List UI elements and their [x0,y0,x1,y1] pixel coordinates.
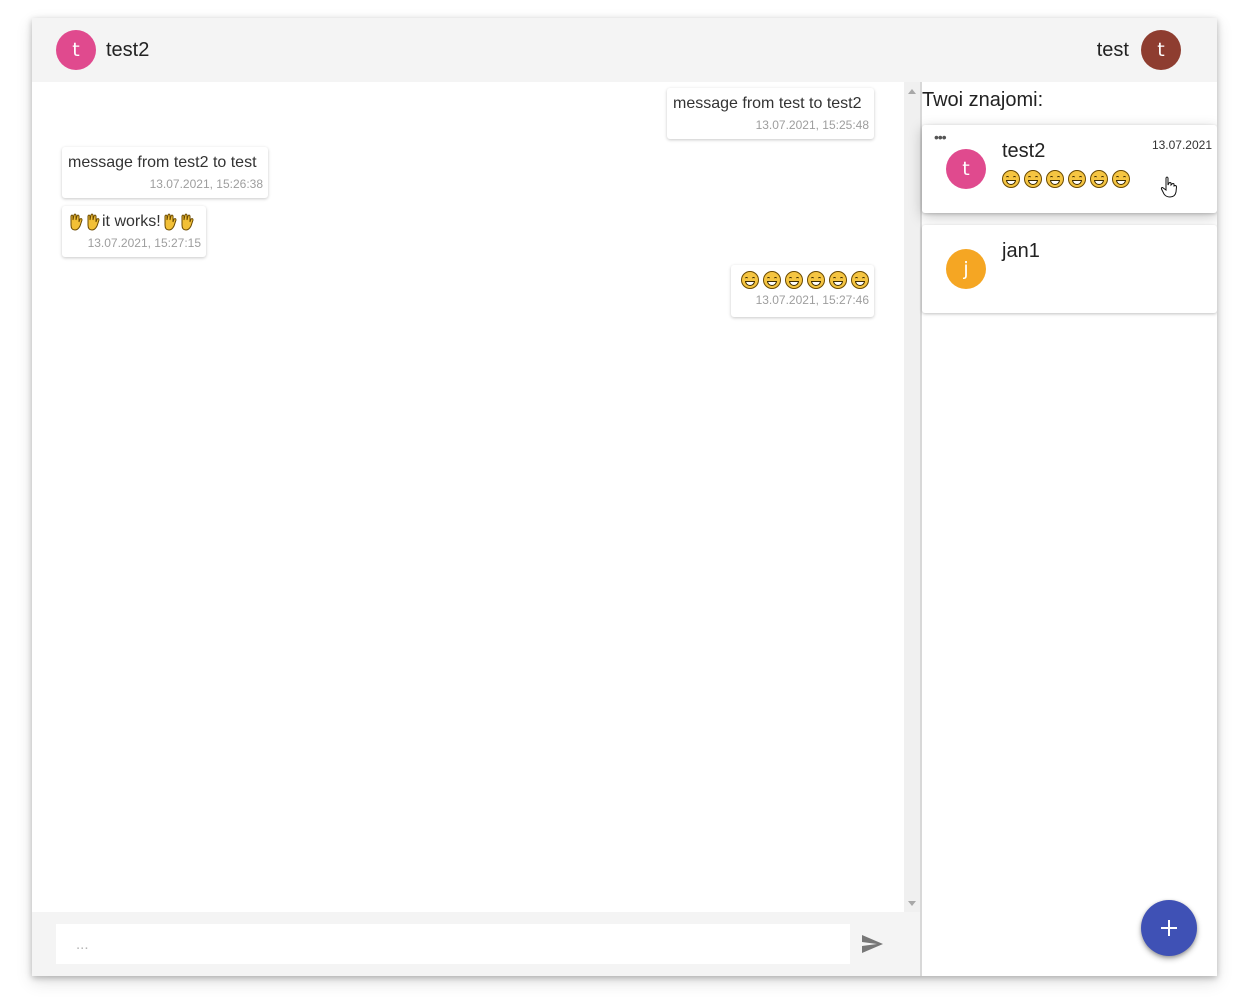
grinning-face-icon [851,271,869,289]
message-text-content: it works! [102,213,161,230]
hand-icon [181,213,194,231]
message-bubble-received: message from test2 to test 13.07.2021, 1… [62,147,268,198]
friend-last-message [1002,170,1130,188]
chat-partner-name: test2 [106,39,150,61]
grinning-face-icon [763,271,781,289]
message-bubble-sent: 13.07.2021, 15:27:46 [731,265,874,317]
chat-app: t test2 test t message from test to test… [32,18,1217,976]
message-list: message from test to test2 13.07.2021, 1… [32,82,904,912]
hand-icon [87,213,100,231]
message-timestamp: 13.07.2021, 15:25:48 [755,118,869,132]
scroll-up-icon[interactable] [908,89,916,94]
message-text: message from test2 to test [68,154,257,171]
grinning-face-icon [1112,170,1130,188]
message-timestamp: 13.07.2021, 15:26:38 [149,177,263,191]
chat-partner-avatar: t [56,30,96,70]
hand-icon [164,213,177,231]
grinning-face-icon [785,271,803,289]
grinning-face-icon [829,271,847,289]
friend-name: test2 [1002,140,1046,162]
message-timestamp: 13.07.2021, 15:27:46 [755,293,869,307]
friend-item-test2[interactable]: ••• t test2 13.07.2021 [922,125,1217,213]
message-bubble-received: it works! 13.07.2021, 15:27:15 [62,206,206,257]
plus-icon [1161,920,1177,936]
friends-title: Twoi znajomi: [922,89,1044,111]
send-icon[interactable] [860,932,884,956]
friend-item-jan1[interactable]: j jan1 [922,225,1217,313]
friend-avatar: t [946,149,986,189]
add-friend-button[interactable] [1141,900,1197,956]
more-options-icon[interactable]: ••• [934,129,947,145]
grinning-face-icon [1024,170,1042,188]
pointer-cursor-icon [1160,176,1178,198]
current-user-name: test [1096,39,1129,61]
composer-bar [32,912,920,976]
grinning-face-icon [1002,170,1020,188]
message-timestamp: 13.07.2021, 15:27:15 [87,236,201,250]
hand-icon [70,213,83,231]
grinning-face-icon [807,271,825,289]
friend-name: jan1 [1002,240,1040,262]
friend-avatar: j [946,249,986,289]
message-bubble-sent: message from test to test2 13.07.2021, 1… [667,88,874,139]
message-input[interactable] [56,924,850,964]
grinning-face-icon [741,271,759,289]
grinning-face-icon [1090,170,1108,188]
emoji-row [737,271,869,289]
message-text: message from test to test2 [673,95,862,112]
friends-panel: Twoi znajomi: ••• t test2 13.07.2021 j j… [922,82,1217,976]
scroll-down-icon[interactable] [908,901,916,906]
message-list-scrollbar[interactable] [904,82,920,912]
friend-last-date: 13.07.2021 [1151,138,1212,152]
grinning-face-icon [1046,170,1064,188]
grinning-face-icon [1068,170,1086,188]
current-user-avatar[interactable]: t [1141,30,1181,70]
top-bar: t test2 test t [32,18,1217,82]
message-text: it works! [68,212,201,232]
